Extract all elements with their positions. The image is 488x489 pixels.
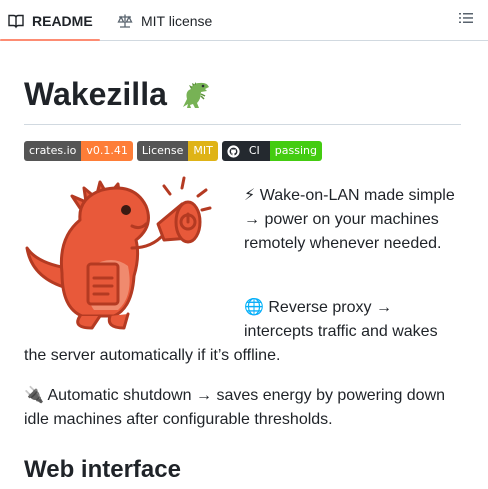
tab-readme[interactable]: README xyxy=(8,0,93,41)
feature-reverse-proxy: 🌐 Reverse proxy → intercepts traffic and… xyxy=(244,296,464,344)
license-badge[interactable]: License MIT xyxy=(136,141,218,161)
plug-icon: 🔌 xyxy=(24,387,44,404)
crates-badge-version: v0.1.41 xyxy=(81,141,133,161)
outline-button[interactable] xyxy=(456,10,476,30)
feature-reverse-proxy-cont: the server automatically if it’s offline… xyxy=(24,344,464,368)
tab-readme-label: README xyxy=(32,12,93,29)
globe-icon: 🌐 xyxy=(244,299,264,316)
feature-reverse-proxy-text-a: Reverse proxy → xyxy=(268,299,392,316)
feature-auto-shutdown: 🔌 Automatic shutdown → saves energy by p… xyxy=(24,384,464,432)
wakezilla-mascot-image xyxy=(22,168,212,338)
tab-license-label: MIT license xyxy=(141,12,213,29)
license-badge-label: License xyxy=(136,141,189,161)
ci-badge-label: CI xyxy=(248,144,260,157)
feature-auto-shutdown-text: Automatic shutdown → saves energy by pow… xyxy=(24,387,446,428)
feature-reverse-proxy-text-a2: intercepts traffic and wakes xyxy=(244,323,438,340)
list-icon xyxy=(458,10,474,31)
scale-icon xyxy=(117,13,133,29)
license-badge-value: MIT xyxy=(188,141,218,161)
active-tab-indicator xyxy=(0,39,100,41)
feature-wake-on-lan: ⚡ Wake-on-LAN made simple → power on you… xyxy=(244,184,464,256)
title-divider xyxy=(24,124,461,125)
ci-badge-label-wrap: CI xyxy=(221,141,270,161)
tab-license[interactable]: MIT license xyxy=(117,0,212,41)
section-heading-web-interface: Web interface xyxy=(24,456,181,483)
feature-wake-on-lan-text: Wake-on-LAN made simple → power on your … xyxy=(244,187,455,252)
crates-badge-label: crates.io xyxy=(24,141,82,161)
badge-row: crates.io v0.1.41 License MIT CI passing xyxy=(24,141,322,161)
title-text: Wakezilla xyxy=(24,76,167,112)
ci-badge[interactable]: CI passing xyxy=(221,141,322,161)
lightning-icon: ⚡ xyxy=(244,187,256,204)
ci-badge-status: passing xyxy=(269,141,322,161)
github-icon xyxy=(227,144,240,158)
feature-reverse-proxy-text-b: the server automatically if it’s offline… xyxy=(24,347,281,364)
crates-badge[interactable]: crates.io v0.1.41 xyxy=(24,141,133,161)
dinosaur-icon xyxy=(177,77,215,111)
book-icon xyxy=(8,13,24,29)
readme-title: Wakezilla xyxy=(24,66,215,122)
readme-tab-bar: README MIT license xyxy=(0,0,488,41)
